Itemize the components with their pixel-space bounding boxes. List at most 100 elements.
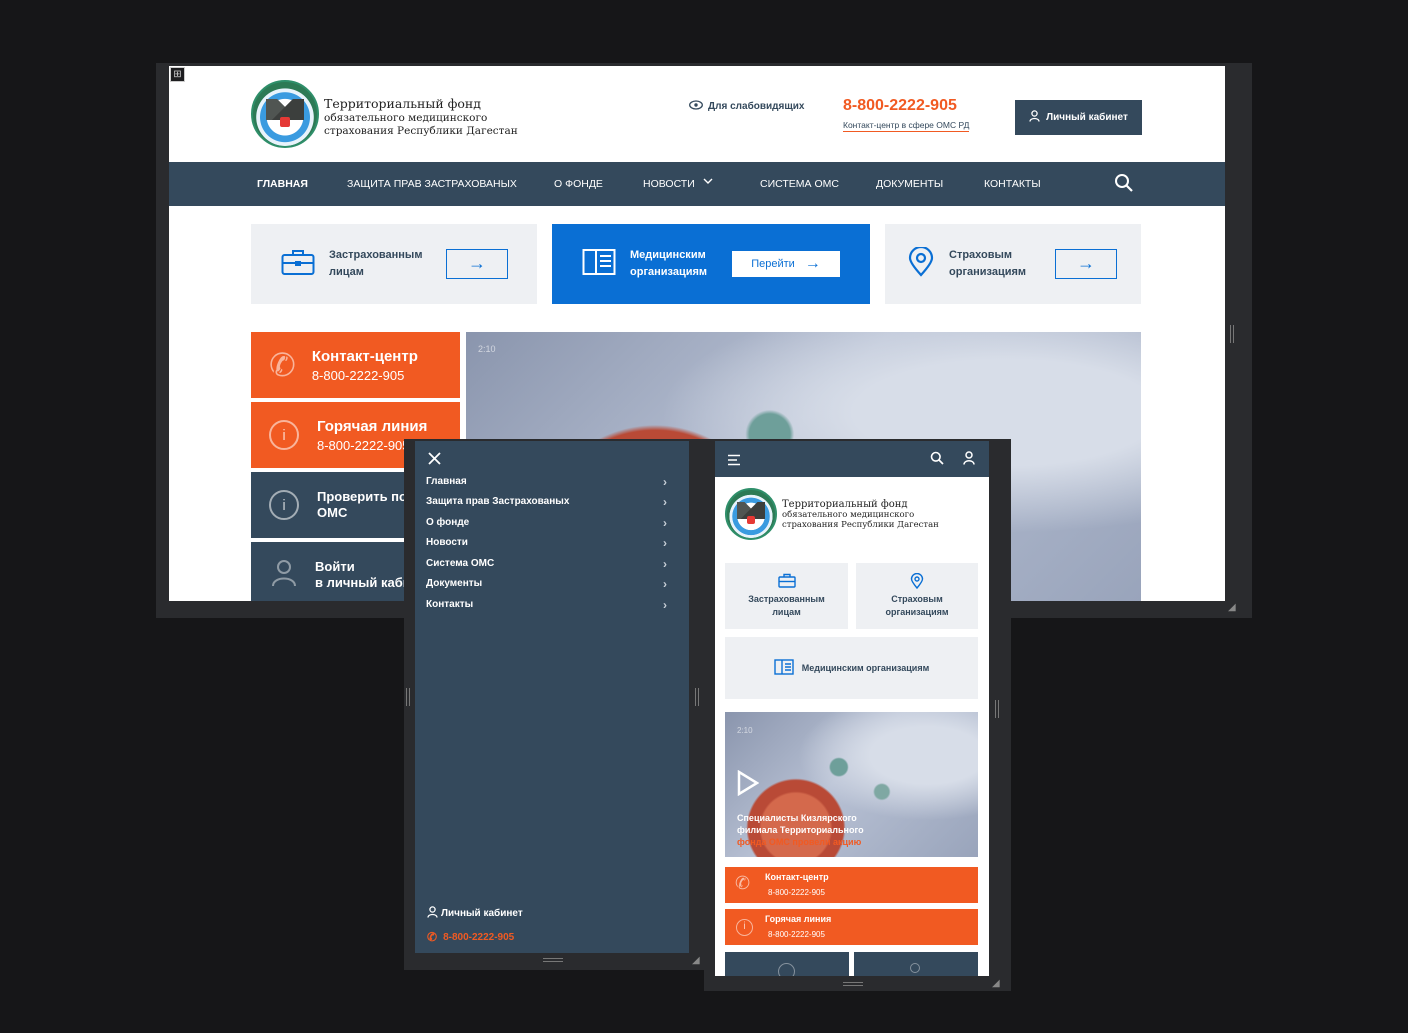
cabinet-button-label: Личный кабинет bbox=[1046, 112, 1128, 123]
user-icon bbox=[427, 906, 438, 921]
nav-item-docs[interactable]: ДОКУМЕНТЫ bbox=[876, 162, 943, 206]
resize-corner-icon[interactable]: ◢ bbox=[1228, 603, 1238, 613]
chevron-right-icon: › bbox=[663, 536, 667, 550]
nav-item-news[interactable]: НОВОСТИ bbox=[643, 162, 695, 206]
nav-item-oms[interactable]: СИСТЕМА ОМС bbox=[760, 162, 839, 206]
menu-item-rights[interactable]: Защита прав Застрахованых › bbox=[426, 492, 681, 512]
card-insured-line1: Застрахованным bbox=[329, 249, 423, 261]
mobile-tile-contact-title: Контакт-центр bbox=[765, 872, 829, 882]
nav-item-rights[interactable]: ЗАЩИТА ПРАВ ЗАСТРАХОВАНЫХ bbox=[347, 162, 517, 206]
mobile-tile-login[interactable] bbox=[854, 952, 978, 976]
menu-item-contacts[interactable]: Контакты › bbox=[426, 595, 681, 615]
card-medical-line2: организациям bbox=[630, 266, 708, 278]
close-icon[interactable] bbox=[428, 452, 441, 470]
menu-item-docs[interactable]: Документы › bbox=[426, 574, 681, 594]
tile-login-title: Войти bbox=[315, 559, 355, 574]
tile-check-oms-title: Проверить по bbox=[317, 489, 407, 504]
menu-item-label: Главная bbox=[426, 476, 467, 487]
video-caption: Специалисты Кизлярского филиала Территор… bbox=[737, 812, 864, 848]
menu-item-news[interactable]: Новости › bbox=[426, 533, 681, 553]
resize-handle-bottom[interactable] bbox=[843, 982, 863, 986]
tile-contact-center[interactable]: ✆ Контакт-центр 8-800-2222-905 bbox=[251, 332, 460, 398]
chevron-right-icon: › bbox=[663, 557, 667, 571]
mobile-tile-check-oms[interactable] bbox=[725, 952, 849, 976]
grid-toggle-icon[interactable]: ⊞ bbox=[170, 67, 185, 82]
card-medical-go-button[interactable]: Перейти → bbox=[732, 251, 840, 277]
mobile-card-insurers[interactable]: Страховым организациям bbox=[856, 563, 978, 629]
org-name: Территориальный фонд обязательного медиц… bbox=[324, 96, 518, 137]
resize-corner-icon[interactable]: ◢ bbox=[692, 956, 702, 966]
mobile-tile-hotline[interactable]: i Горячая линия 8-800-2222-905 bbox=[725, 909, 978, 945]
menu-item-oms[interactable]: Система ОМС › bbox=[426, 554, 681, 574]
video-caption-line3: фонда ОМС провели акцию bbox=[737, 837, 862, 847]
arrow-right-icon: → bbox=[804, 255, 821, 272]
resize-handle-right[interactable] bbox=[695, 688, 699, 706]
resize-handle-right[interactable] bbox=[995, 700, 999, 718]
mobile-card-insured[interactable]: Застрахованным лицам bbox=[725, 563, 848, 629]
accessibility-link[interactable]: Для слабовидящих bbox=[689, 100, 804, 113]
location-pin-icon bbox=[856, 572, 978, 591]
hamburger-icon[interactable] bbox=[727, 453, 741, 471]
video-duration: 2:10 bbox=[478, 344, 496, 354]
org-name-line1: Территориальный фонд bbox=[324, 96, 481, 111]
header-phone-caption[interactable]: Контакт-центр в сфере ОМС РД bbox=[843, 120, 970, 132]
chevron-right-icon: › bbox=[663, 598, 667, 612]
menu-phone-label: 8-800-2222-905 bbox=[443, 931, 515, 943]
mobile-hero-video[interactable]: 2:10 Специалисты Кизлярского филиала Тер… bbox=[725, 712, 978, 857]
user-icon bbox=[1029, 110, 1040, 125]
mobile-tile-contact-center[interactable]: ✆ Контакт-центр 8-800-2222-905 bbox=[725, 867, 978, 903]
nav-item-about[interactable]: О ФОНДЕ bbox=[554, 162, 603, 206]
mobile-card-insurers-line2: организациям bbox=[885, 607, 949, 617]
menu-item-label: Документы bbox=[426, 578, 483, 589]
mobile-tile-hotline-title: Горячая линия bbox=[765, 914, 832, 924]
play-icon[interactable] bbox=[737, 769, 760, 801]
info-icon: i bbox=[269, 490, 299, 520]
card-medical[interactable]: Медицинским организациям Перейти → bbox=[552, 224, 870, 304]
org-logo[interactable] bbox=[725, 488, 777, 540]
user-icon bbox=[271, 559, 297, 592]
chevron-right-icon: › bbox=[663, 577, 667, 591]
search-icon[interactable] bbox=[1114, 173, 1134, 198]
header-phone[interactable]: 8-800-2222-905 bbox=[843, 97, 957, 115]
menu-cabinet-label: Личный кабинет bbox=[441, 908, 523, 919]
resize-corner-icon[interactable]: ◢ bbox=[992, 979, 1002, 989]
location-pin-icon bbox=[907, 245, 935, 282]
tile-login-sub: в личный каби bbox=[315, 575, 411, 590]
resize-handle-bottom[interactable] bbox=[543, 958, 563, 962]
mobile-tile-hotline-phone: 8-800-2222-905 bbox=[768, 930, 825, 939]
user-icon[interactable] bbox=[963, 451, 975, 470]
tile-check-oms-sub: ОМС bbox=[317, 505, 348, 520]
card-insurers[interactable]: Страховым организациям → bbox=[885, 224, 1141, 304]
eye-icon bbox=[689, 100, 703, 113]
org-name-line2: обязательного медицинского bbox=[782, 510, 915, 520]
tile-contact-center-title: Контакт-центр bbox=[311, 347, 418, 365]
card-medical-go-label: Перейти bbox=[751, 258, 795, 270]
mobile-card-insured-line2: лицам bbox=[772, 607, 801, 617]
chevron-right-icon: › bbox=[663, 516, 667, 530]
menu-cabinet-link[interactable]: Личный кабинет bbox=[427, 906, 523, 921]
menu-item-about[interactable]: О фонде › bbox=[426, 513, 681, 533]
info-icon bbox=[778, 963, 795, 976]
card-insurers-line2: организациям bbox=[949, 266, 1027, 278]
nav-item-home[interactable]: ГЛАВНАЯ bbox=[257, 162, 308, 206]
menu-item-home[interactable]: Главная › bbox=[426, 472, 681, 492]
mobile-card-medical-label: Медицинским организациям bbox=[801, 663, 930, 673]
cabinet-button[interactable]: Личный кабинет bbox=[1015, 100, 1142, 135]
card-insured-arrow-button[interactable]: → bbox=[446, 249, 508, 279]
search-icon[interactable] bbox=[930, 451, 944, 470]
menu-phone-link[interactable]: ✆ 8-800-2222-905 bbox=[427, 930, 514, 944]
resize-handle-left[interactable] bbox=[406, 688, 410, 706]
phone-icon: ✆ bbox=[735, 873, 751, 893]
org-logo[interactable] bbox=[251, 80, 319, 148]
resize-handle-right[interactable] bbox=[1230, 325, 1234, 343]
card-insured[interactable]: Застрахованным лицам → bbox=[251, 224, 537, 304]
briefcase-icon bbox=[281, 248, 315, 281]
chevron-down-icon[interactable] bbox=[703, 176, 713, 189]
mobile-card-medical[interactable]: Медицинским организациям bbox=[725, 637, 978, 699]
menu-item-label: Новости bbox=[426, 537, 468, 548]
nav-item-contacts[interactable]: КОНТАКТЫ bbox=[984, 162, 1041, 206]
card-insurers-arrow-button[interactable]: → bbox=[1055, 249, 1117, 279]
tile-hotline-title: Горячая линия bbox=[317, 417, 428, 435]
mobile-menu: Главная › Защита прав Застрахованых › О фо… bbox=[415, 441, 689, 953]
org-name-line2: обязательного медицинского bbox=[324, 112, 488, 124]
